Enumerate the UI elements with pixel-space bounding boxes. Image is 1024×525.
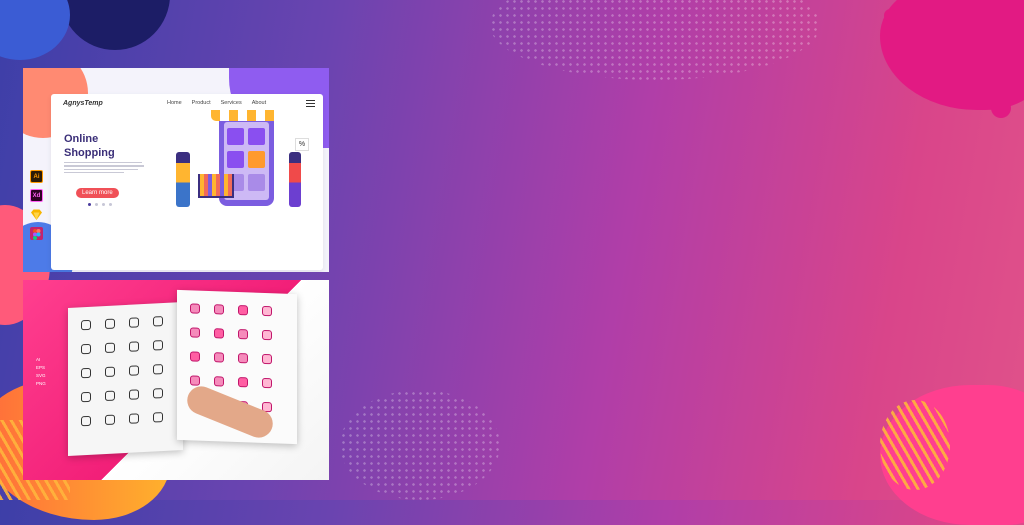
calendar-icon	[153, 412, 163, 423]
product-tile	[248, 128, 265, 145]
hero-headline: Online Shopping	[64, 133, 115, 159]
heart-color-icon	[262, 305, 272, 317]
hearts-color-icon	[262, 353, 272, 365]
learn-more-button[interactable]: Learn more	[76, 188, 119, 198]
lock-color-icon	[190, 351, 200, 362]
top-left-dark-blob	[60, 0, 170, 50]
product-tile	[248, 151, 265, 168]
nav-menu: Home Product Services About	[167, 100, 266, 106]
product-tile	[248, 174, 265, 191]
software-badges: Ai Xd	[30, 170, 43, 240]
top-right-blob	[880, 0, 1024, 110]
balloon-icon	[153, 364, 163, 375]
figma-icon	[30, 227, 43, 240]
logo-text[interactable]: AgnysTemp	[63, 100, 103, 107]
frame-icon	[129, 413, 139, 424]
drink-color-icon	[190, 327, 200, 338]
hero-description	[64, 162, 144, 176]
carousel-dot[interactable]	[109, 203, 112, 206]
drink-icon	[81, 343, 91, 355]
cake-color-icon	[190, 303, 200, 314]
mug-color-icon	[238, 329, 248, 340]
hamburger-menu-icon[interactable]	[306, 100, 315, 109]
shop-color-icon	[238, 305, 248, 316]
carousel-dot[interactable]	[102, 203, 105, 206]
shop-awning	[211, 110, 283, 121]
phone-icon	[81, 415, 91, 427]
landing-window: AgnysTemp Home Product Services About On…	[51, 94, 323, 270]
wine-glass-color-icon	[214, 304, 224, 315]
laptop-icon	[129, 365, 139, 376]
nav-link-home[interactable]: Home	[167, 100, 182, 106]
bottom-right-stripes	[880, 400, 950, 490]
magnet-icon	[153, 340, 163, 351]
wine-glass-icon	[105, 318, 115, 330]
top-left-blue-blob	[0, 0, 70, 60]
shop-icon	[129, 317, 139, 328]
product-tile	[227, 128, 244, 145]
carousel-dots	[88, 203, 112, 206]
carousel-dot-active[interactable]	[88, 203, 91, 206]
potion-color-icon	[190, 375, 200, 386]
shopping-cart-icon	[198, 174, 234, 198]
icon-set-preview: AI EPS SVG PNG	[23, 280, 329, 480]
outline-icons-page	[68, 301, 183, 457]
illustrator-icon: Ai	[30, 170, 43, 183]
shopper-figure-right	[289, 152, 301, 207]
top-right-small-blob	[884, 9, 897, 22]
balloon-color-icon	[238, 353, 248, 364]
carousel-dot[interactable]	[95, 203, 98, 206]
top-dots	[490, 0, 820, 80]
magnet-color-icon	[262, 329, 272, 341]
photo-color-icon	[214, 376, 224, 387]
landing-page-preview: AgnysTemp Home Product Services About On…	[23, 68, 329, 272]
hearts-icon	[81, 367, 91, 379]
discount-tag: %	[295, 138, 309, 151]
product-tile	[227, 151, 244, 168]
file-formats-list: AI EPS SVG PNG	[36, 357, 46, 386]
potion-icon	[153, 388, 163, 399]
mug-icon	[129, 341, 139, 352]
lock-icon	[81, 319, 91, 331]
nav-link-about[interactable]: About	[252, 100, 266, 106]
laptop-color-icon	[214, 352, 224, 363]
shopper-figure-left	[176, 152, 190, 207]
sketch-icon	[30, 208, 43, 221]
cake-icon	[105, 366, 115, 378]
cupcake-color-icon	[214, 328, 224, 339]
cupcake-icon	[105, 342, 115, 354]
heart-icon	[153, 316, 163, 327]
nav-link-services[interactable]: Services	[221, 100, 242, 106]
gift-icon	[129, 389, 139, 400]
outline-icon-grid	[76, 311, 170, 434]
xd-icon: Xd	[30, 189, 43, 202]
photo-icon	[105, 390, 115, 402]
camera-icon	[105, 414, 115, 426]
phone-color-icon	[262, 377, 272, 389]
gift-color-icon	[238, 377, 248, 388]
lollipop-icon	[81, 391, 91, 403]
bottom-dots	[340, 390, 500, 500]
nav-link-product[interactable]: Product	[192, 100, 211, 106]
top-right-tiny-blob	[991, 98, 1011, 118]
